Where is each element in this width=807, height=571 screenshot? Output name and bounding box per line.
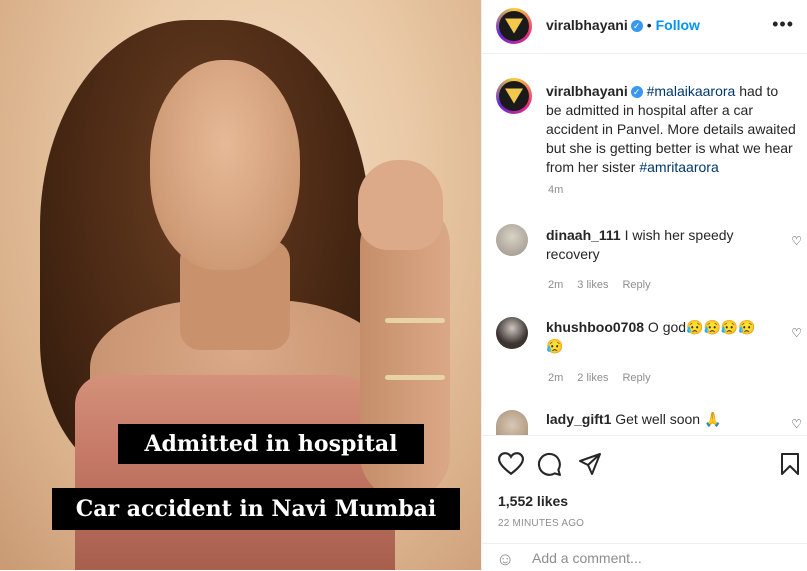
hashtag-link[interactable]: #amritaarora — [639, 159, 718, 175]
comment-likes[interactable]: 2 likes — [577, 372, 608, 384]
comment-item: dinaah_111 I wish her speedy recovery — [546, 226, 771, 264]
post-time: 4m — [548, 184, 564, 196]
caption-username[interactable]: viralbhayani — [546, 83, 628, 99]
add-comment-bar: ☺ Add a comment... — [482, 543, 807, 571]
comment-username[interactable]: khushboo0708 — [546, 319, 644, 335]
post-header: viralbhayani ✓ • Follow ••• — [482, 0, 807, 54]
image-caption-2: Car accident in Navi Mumbai — [52, 488, 460, 530]
likes-count[interactable]: 1,552 likes — [498, 493, 568, 509]
reply-button[interactable]: Reply — [622, 279, 650, 291]
caption-avatar[interactable] — [496, 78, 532, 114]
image-caption-1: Admitted in hospital — [118, 424, 424, 464]
comment-input[interactable]: Add a comment... — [532, 550, 642, 566]
separator-dot: • — [646, 17, 652, 33]
share-icon[interactable] — [578, 452, 602, 476]
comment-avatar[interactable] — [496, 224, 528, 256]
post-image[interactable]: Admitted in hospital Car accident in Nav… — [0, 0, 481, 570]
comment-item: lady_gift1 Get well soon 🙏 — [546, 410, 771, 429]
comment-username[interactable]: lady_gift1 — [546, 411, 611, 427]
face-shape — [150, 60, 300, 270]
heart-icon[interactable] — [498, 452, 524, 476]
hand-shape — [358, 160, 443, 250]
comment-username[interactable]: dinaah_111 — [546, 227, 621, 243]
post-caption: viralbhayani ✓ #malaikaarora had to be ad… — [546, 82, 796, 177]
bracelet-bottom — [385, 375, 445, 380]
logo-v-icon — [505, 18, 523, 34]
comment-icon[interactable] — [537, 452, 562, 477]
comment-time: 2m — [548, 372, 564, 384]
post-timestamp: 22 MINUTES AGO — [498, 518, 585, 529]
bookmark-icon[interactable] — [780, 452, 800, 476]
hashtag-link[interactable]: #malaikaarora — [647, 83, 736, 99]
post-side-panel: viralbhayani ✓ • Follow ••• viralbhayani ✓ #… — [481, 0, 807, 570]
comment-likes[interactable]: 3 likes — [577, 279, 608, 291]
comment-heart-icon[interactable]: ♡ — [791, 234, 802, 248]
comment-heart-icon[interactable]: ♡ — [791, 326, 802, 340]
verified-icon: ✓ — [630, 19, 643, 32]
comment-heart-icon[interactable]: ♡ — [791, 417, 802, 431]
comment-meta: 2m 2 likes Reply — [548, 372, 665, 384]
verified-icon: ✓ — [630, 86, 643, 99]
reply-button[interactable]: Reply — [622, 372, 650, 384]
more-horizontal-icon[interactable]: ••• — [772, 14, 794, 35]
comment-time: 2m — [548, 279, 564, 291]
comment-meta: 2m 3 likes Reply — [548, 279, 665, 291]
comment-item: khushboo0708 O god😥😥😥😥😥 — [546, 318, 771, 356]
comment-avatar[interactable] — [496, 317, 528, 349]
avatar[interactable] — [496, 8, 532, 44]
comment-avatar[interactable] — [496, 410, 528, 435]
post-actions: 1,552 likes 22 MINUTES AGO — [482, 435, 807, 544]
username-link[interactable]: viralbhayani — [546, 17, 628, 33]
header-user: viralbhayani ✓ • Follow — [546, 17, 700, 35]
follow-button[interactable]: Follow — [656, 17, 700, 33]
comment-text: Get well soon 🙏 — [615, 411, 722, 427]
bracelet-top — [385, 318, 445, 323]
emoji-icon[interactable]: ☺ — [496, 549, 514, 570]
dress-shape — [75, 375, 395, 570]
logo-v-icon — [505, 88, 523, 104]
